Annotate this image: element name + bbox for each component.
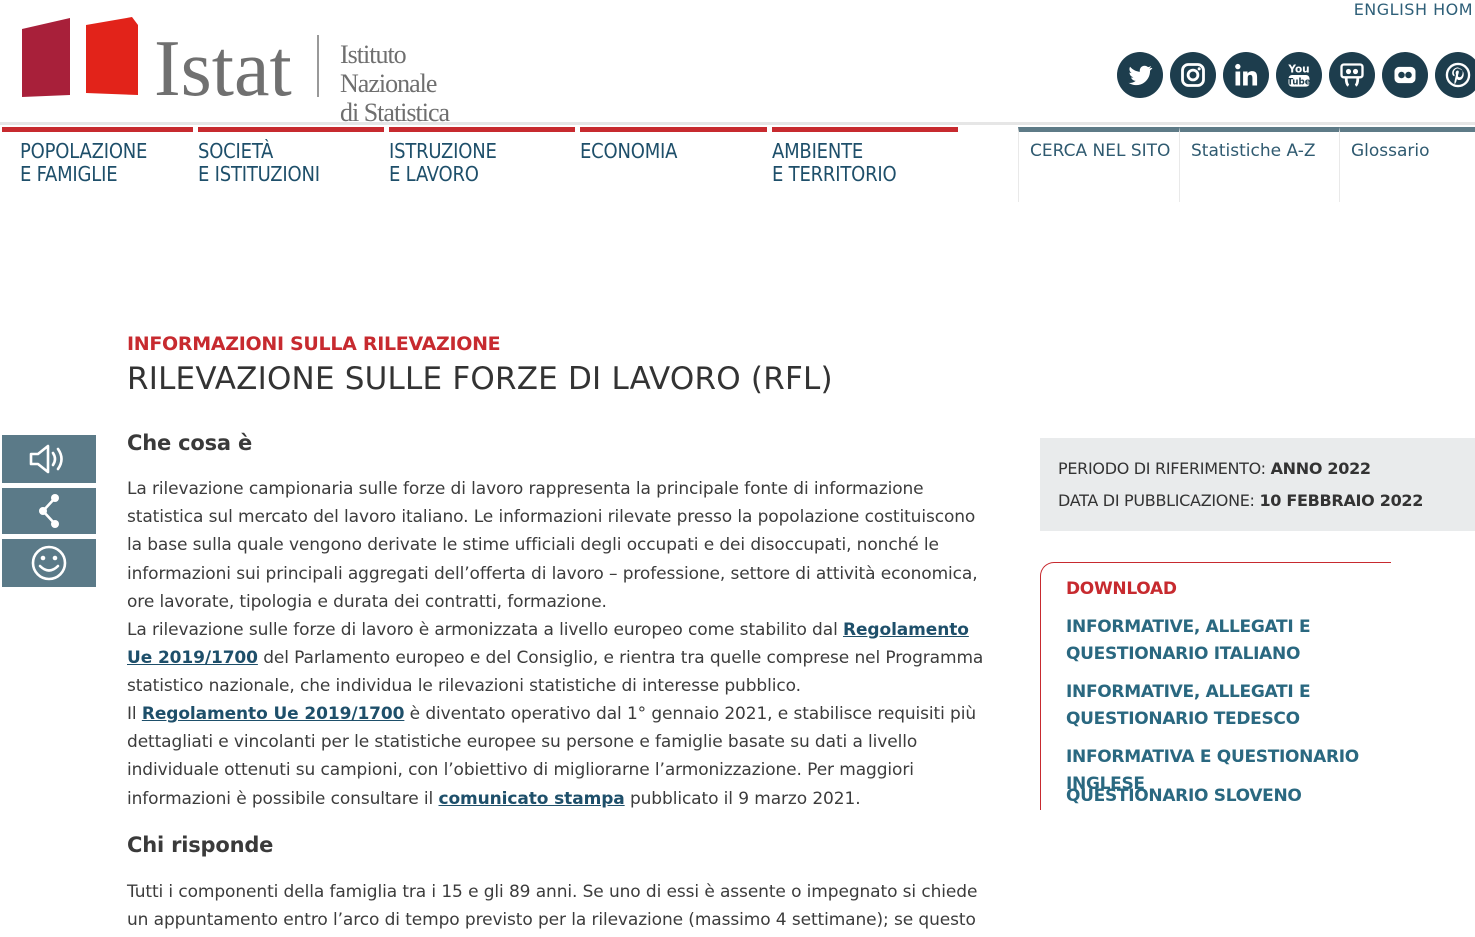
nav-ambiente-territorio[interactable]: AMBIENTE E TERRITORIO: [772, 127, 958, 202]
twitter-icon[interactable]: [1117, 52, 1163, 98]
speaker-icon: [29, 444, 63, 474]
text-fragment: Il: [127, 704, 142, 724]
read-aloud-button[interactable]: [2, 435, 96, 483]
util-label: CERCA NEL SITO: [1030, 141, 1171, 161]
publication-value: 10 FEBBRAIO 2022: [1259, 491, 1424, 510]
publication-line: DATA DI PUBBLICAZIONE: 10 FEBBRAIO 2022: [1058, 491, 1423, 510]
period-line: PERIODO DI RIFERIMENTO: ANNO 2022: [1058, 459, 1371, 478]
section-heading-chi-risponde: Chi risponde: [127, 833, 274, 857]
nav-statistiche-az[interactable]: Statistiche A-Z: [1179, 127, 1339, 202]
nav-istruzione-lavoro[interactable]: ISTRUZIONE E LAVORO: [389, 127, 575, 202]
paragraph-intro: La rilevazione campionaria sulle forze d…: [127, 479, 978, 612]
paragraph-regolamento: La rilevazione sulle forze di lavoro è a…: [127, 616, 987, 701]
download-panel: DOWNLOAD INFORMATIVE, ALLEGATI E QUESTIO…: [1040, 562, 1391, 810]
instagram-icon[interactable]: [1170, 52, 1216, 98]
share-button[interactable]: [2, 488, 96, 534]
download-title: DOWNLOAD: [1066, 579, 1177, 599]
download-link-sloveno[interactable]: QUESTIONARIO SLOVENO: [1066, 783, 1386, 810]
svg-text:You: You: [1287, 64, 1309, 76]
nav-label: ECONOMIA: [580, 139, 678, 163]
nav-label: ISTRUZIONE E LAVORO: [389, 139, 497, 186]
publication-label: DATA DI PUBBLICAZIONE:: [1058, 491, 1255, 510]
nav-label: POPOLAZIONE E FAMIGLIE: [20, 139, 148, 186]
svg-text:Tube: Tube: [1287, 77, 1311, 87]
download-link-tedesco[interactable]: INFORMATIVE, ALLEGATI E QUESTIONARIO TED…: [1066, 679, 1386, 733]
nav-label: SOCIETÀ E ISTITUZIONI: [198, 139, 320, 186]
feedback-button[interactable]: [2, 539, 96, 587]
text-fragment: La rilevazione sulle forze di lavoro è a…: [127, 620, 843, 640]
download-link-italiano[interactable]: INFORMATIVE, ALLEGATI E QUESTIONARIO ITA…: [1066, 614, 1386, 668]
share-icon: [39, 494, 59, 528]
util-label: Statistiche A-Z: [1191, 141, 1316, 161]
nav-cerca-nel-sito[interactable]: CERCA NEL SITO: [1018, 127, 1179, 202]
header-divider: [0, 122, 1475, 125]
nav-popolazione-famiglie[interactable]: POPOLAZIONE E FAMIGLIE: [2, 127, 193, 202]
reference-info-box: PERIODO DI RIFERIMENTO: ANNO 2022 DATA D…: [1040, 438, 1475, 531]
section-eyebrow: INFORMAZIONI SULLA RILEVAZIONE: [127, 333, 501, 355]
english-home-link[interactable]: ENGLISH HOM: [1354, 0, 1473, 19]
svg-text:Istat: Istat: [154, 25, 292, 105]
section-heading-che-cosa: Che cosa è: [127, 431, 253, 455]
text-fragment: pubblicato il 9 marzo 2021.: [624, 788, 861, 809]
comunicato-stampa-link[interactable]: comunicato stampa: [438, 789, 624, 809]
nav-glossario[interactable]: Glossario: [1339, 127, 1475, 202]
util-label: Glossario: [1351, 141, 1430, 161]
linkedin-icon[interactable]: [1223, 52, 1269, 98]
period-value: ANNO 2022: [1270, 459, 1371, 478]
nav-societa-istituzioni[interactable]: SOCIETÀ E ISTITUZIONI: [198, 127, 384, 202]
logo-subtitle-line1: Istituto Nazionale: [340, 40, 437, 98]
page-title: RILEVAZIONE SULLE FORZE DI LAVORO (RFL): [127, 361, 833, 397]
smiley-icon: [31, 545, 67, 581]
istat-logo[interactable]: Istat Istituto Nazionale di Statistica: [20, 15, 490, 127]
nav-economia[interactable]: ECONOMIA: [580, 127, 767, 202]
slideshare-icon[interactable]: [1329, 52, 1375, 98]
nav-label: AMBIENTE E TERRITORIO: [772, 139, 897, 186]
flickr-icon[interactable]: [1382, 52, 1428, 98]
period-label: PERIODO DI RIFERIMENTO:: [1058, 459, 1266, 478]
youtube-icon[interactable]: You Tube: [1276, 52, 1322, 98]
regolamento-link-2[interactable]: Regolamento Ue 2019/1700: [142, 704, 405, 724]
paragraph-chi-risponde: Tutti i componenti della famiglia tra i …: [127, 882, 978, 931]
pinterest-icon[interactable]: [1435, 52, 1475, 98]
paragraph-operativo: Il Regolamento Ue 2019/1700 è diventato …: [127, 700, 987, 813]
